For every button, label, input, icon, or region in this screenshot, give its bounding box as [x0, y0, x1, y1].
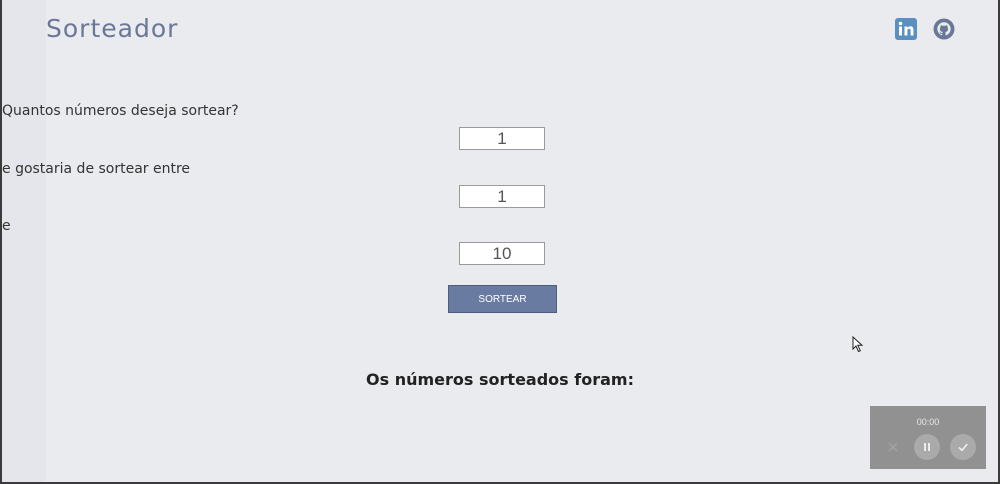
screen-recorder-widget: 00:00	[870, 406, 986, 469]
min-number-input[interactable]	[459, 185, 545, 208]
check-icon	[958, 443, 968, 452]
mouse-cursor-icon	[852, 336, 864, 353]
pause-icon	[924, 443, 930, 451]
linkedin-link[interactable]	[894, 17, 918, 41]
quantity-input[interactable]	[459, 127, 545, 150]
quantity-question-label: Quantos números deseja sortear?	[2, 103, 239, 119]
recorder-cancel-button[interactable]	[880, 434, 906, 460]
recorder-done-button[interactable]	[950, 434, 976, 460]
left-margin-strip	[2, 0, 46, 482]
range-label: e gostaria de sortear entre	[2, 161, 191, 177]
sortear-button[interactable]: SORTEAR	[448, 285, 557, 313]
result-title: Os números sorteados foram:	[366, 370, 634, 389]
recorder-pause-button[interactable]	[914, 434, 940, 460]
linkedin-icon	[895, 18, 917, 40]
close-icon	[888, 442, 898, 452]
social-links	[894, 17, 956, 41]
github-icon	[933, 18, 955, 40]
and-label: e	[2, 218, 11, 234]
github-link[interactable]	[932, 17, 956, 41]
app-title: Sorteador	[46, 14, 179, 43]
recorder-timer: 00:00	[916, 417, 940, 427]
max-number-input[interactable]	[459, 242, 545, 265]
